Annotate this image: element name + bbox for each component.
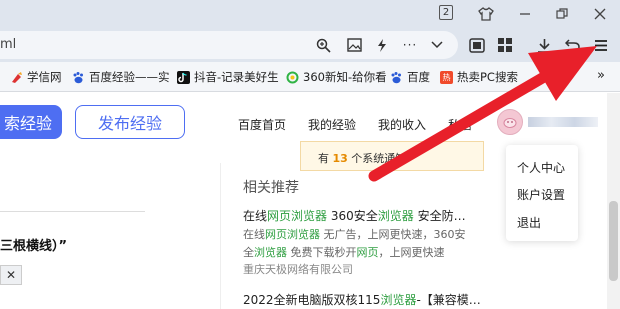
red-arrow-annotation xyxy=(368,46,597,182)
browser-window: 2 ml ··· 学信网 百度经验——实 抖音-记录美好生 360新知-给你看 … xyxy=(0,0,620,309)
